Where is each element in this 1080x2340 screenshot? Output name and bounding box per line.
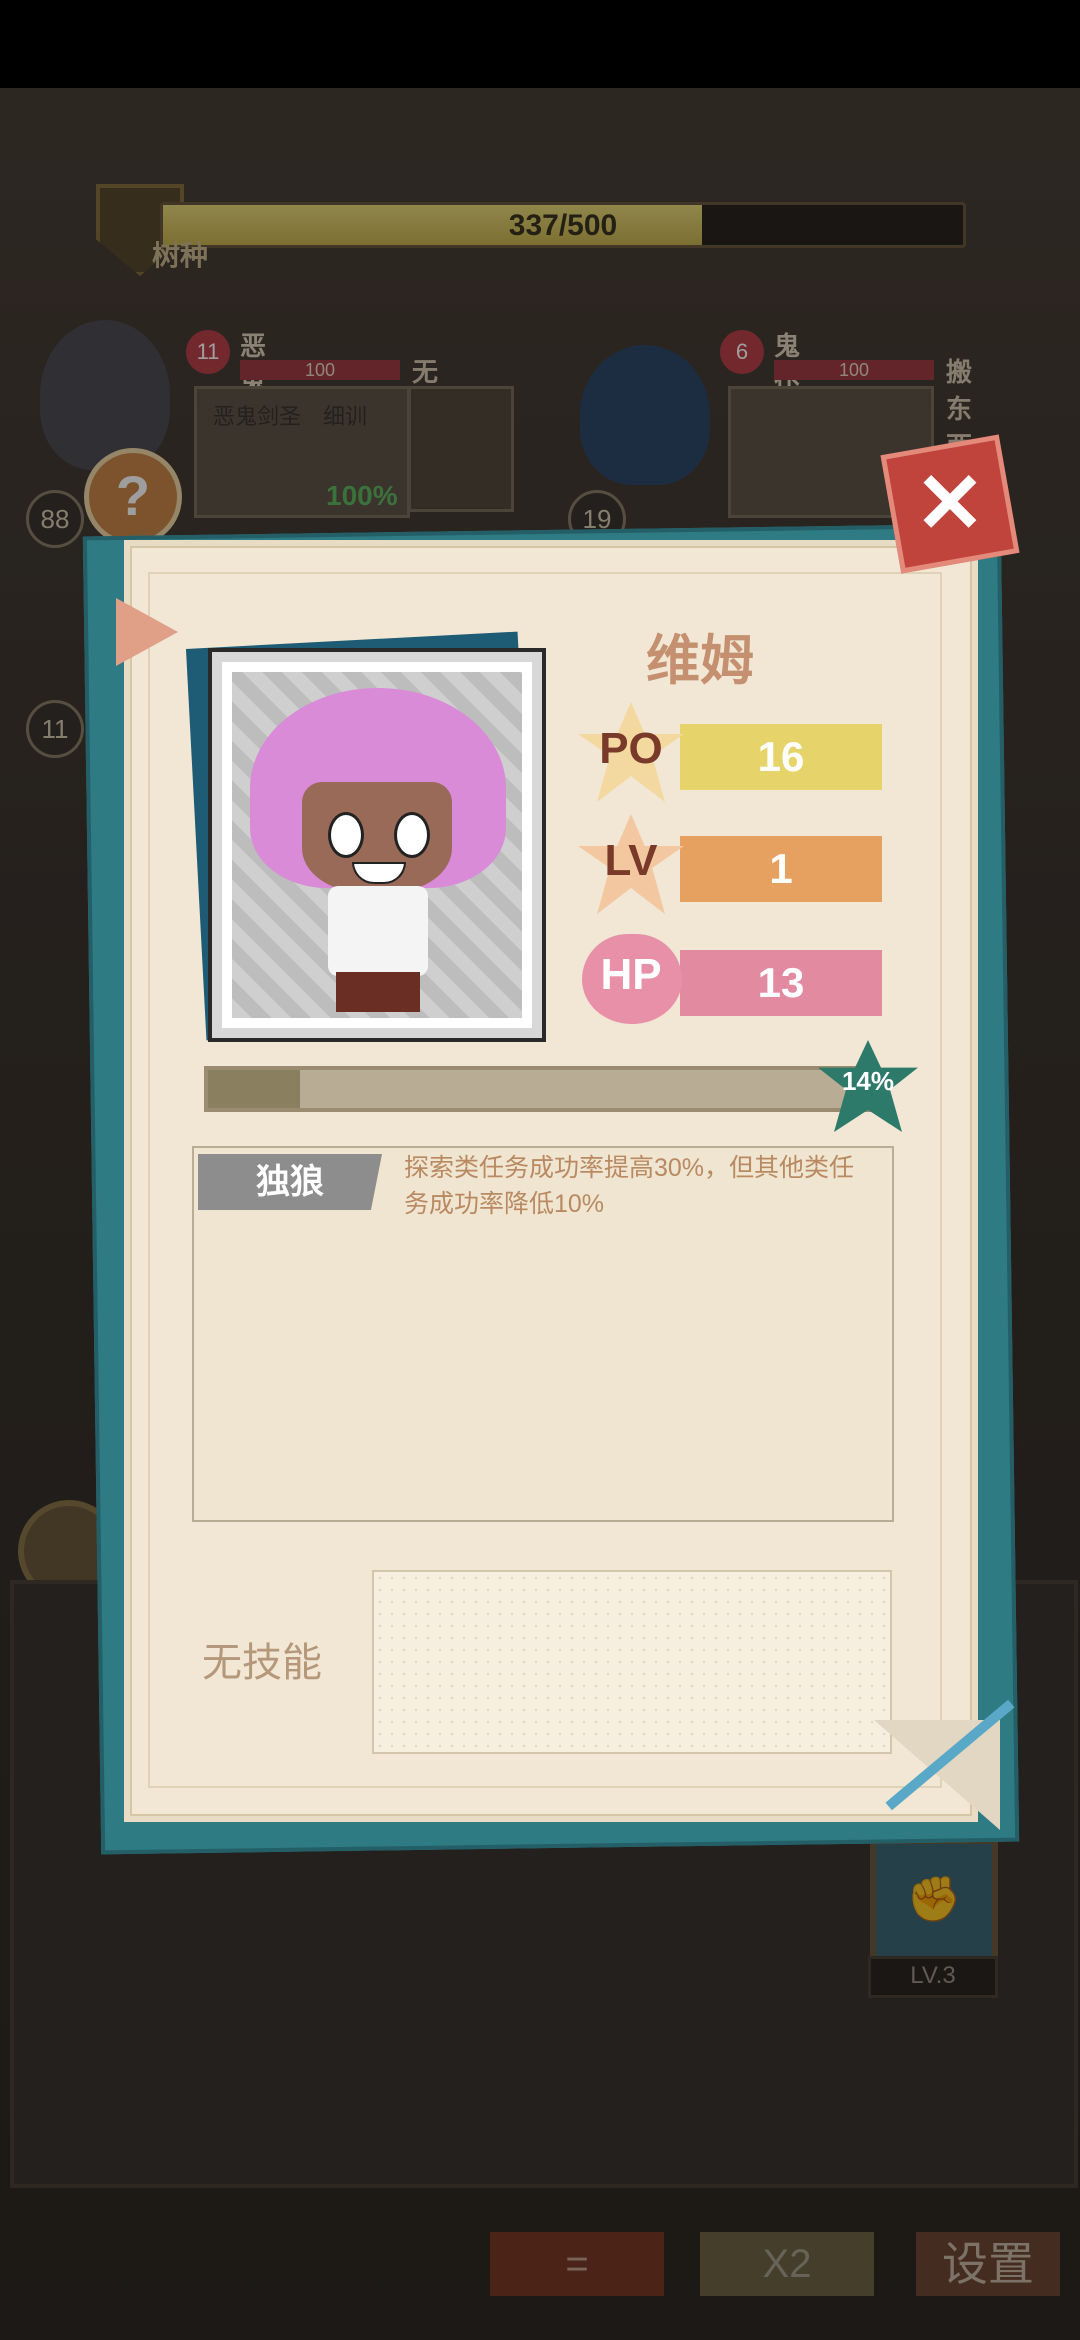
skill-slot[interactable]	[372, 1570, 892, 1754]
close-icon: ✕	[914, 456, 986, 550]
no-skill-label: 无技能	[202, 1641, 322, 1685]
xp-bar	[204, 1066, 872, 1112]
arrow-tab-icon[interactable]	[116, 598, 178, 666]
trait-name: 独狼	[198, 1154, 382, 1210]
character-face	[302, 782, 452, 892]
character-body	[328, 886, 428, 976]
character-name: 维姆	[646, 631, 754, 691]
close-button[interactable]: ✕	[880, 434, 1020, 574]
character-portrait	[212, 652, 542, 1038]
stat-label: HP	[600, 950, 662, 999]
stat-label: LV	[604, 836, 658, 885]
status-bar	[0, 0, 1080, 88]
xp-percent: 14%	[841, 1066, 895, 1096]
paper-corner	[874, 1720, 1000, 1830]
stat-value: 16	[680, 724, 882, 790]
stat-value: 1	[680, 836, 882, 902]
stat-label: PO	[599, 724, 663, 773]
character-legs	[336, 972, 420, 1012]
stat-value: 13	[680, 950, 882, 1016]
trait-description: 探索类任务成功率提高30%，但其他类任务成功率降低10%	[404, 1154, 855, 1218]
